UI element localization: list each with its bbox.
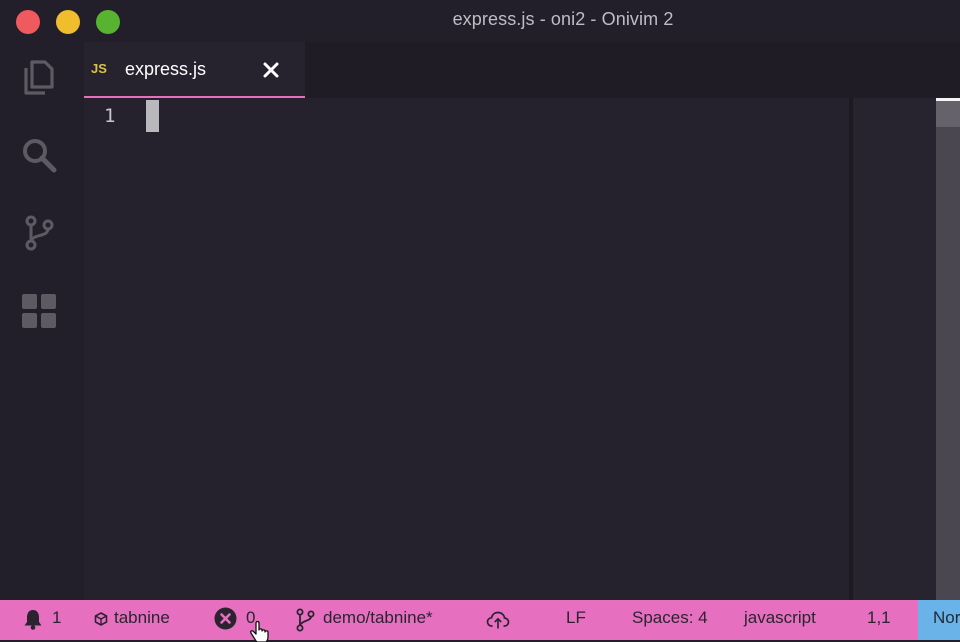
branch-label: demo/tabnine*: [323, 608, 433, 627]
language-mode-item[interactable]: javascript: [744, 600, 816, 640]
tab-express-js[interactable]: JS express.js: [84, 42, 305, 98]
activity-bar: [0, 42, 80, 600]
minimap[interactable]: [853, 98, 936, 600]
line-ending-item[interactable]: LF: [566, 600, 586, 640]
hand-pointer-icon: [250, 620, 269, 642]
close-tab-icon[interactable]: [262, 61, 280, 79]
tabnine-item[interactable]: tabnine: [94, 600, 184, 640]
scrollbar-thumb[interactable]: [936, 101, 960, 127]
indentation-item[interactable]: Spaces: 4: [632, 600, 708, 640]
tab-label: express.js: [125, 59, 207, 79]
search-icon[interactable]: [20, 136, 58, 174]
editor-area[interactable]: 1: [84, 98, 849, 600]
branch-item[interactable]: demo/tabnine*: [295, 600, 450, 640]
vim-mode-indicator: Normal: [918, 600, 960, 640]
git-branch-icon: [296, 608, 315, 632]
notifications-count: 1: [52, 608, 62, 627]
files-icon[interactable]: [20, 58, 58, 96]
javascript-file-icon: JS: [91, 61, 107, 76]
text-cursor: [146, 100, 159, 132]
line-number: 1: [104, 105, 116, 127]
window-title: express.js - oni2 - Onivim 2: [452, 9, 674, 29]
title-bar: express.js - oni2 - Onivim 2: [0, 0, 960, 42]
tab-bar: JS express.js: [84, 42, 960, 98]
sync-item[interactable]: [486, 600, 512, 640]
cursor-position-item[interactable]: 1,1: [867, 600, 891, 640]
tabnine-icon: [94, 612, 108, 626]
notifications-item[interactable]: 1: [22, 600, 64, 640]
status-bar: 1 tabnine 0 demo/tabnine* LF Spaces: 4 j…: [0, 600, 960, 640]
source-control-icon[interactable]: [20, 214, 58, 252]
tabnine-label: tabnine: [114, 608, 170, 627]
vertical-scrollbar[interactable]: [936, 98, 960, 600]
extensions-icon[interactable]: [20, 292, 58, 330]
cloud-upload-icon: [486, 611, 510, 629]
bell-icon: [24, 610, 42, 630]
error-icon: [214, 607, 237, 630]
